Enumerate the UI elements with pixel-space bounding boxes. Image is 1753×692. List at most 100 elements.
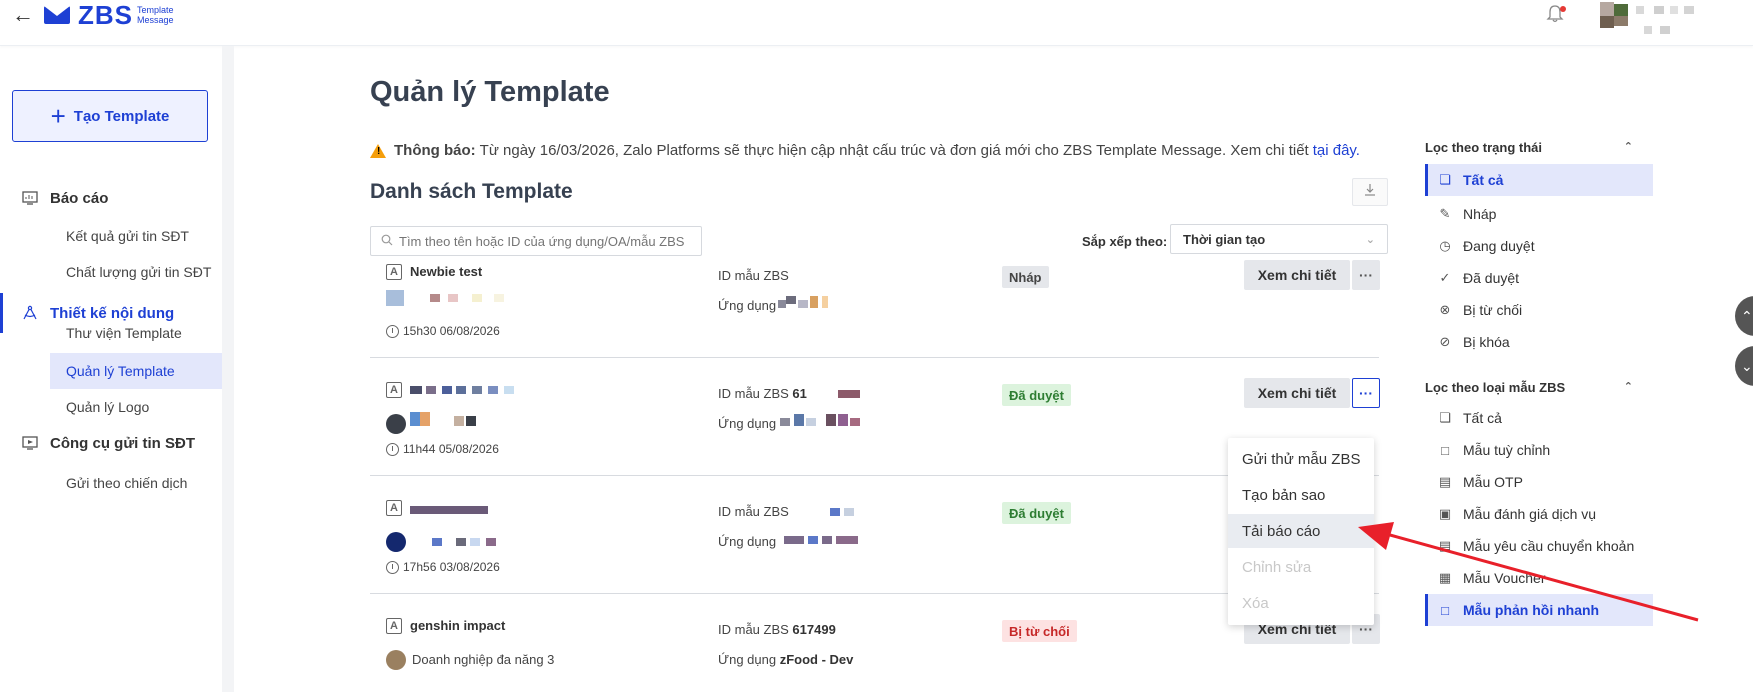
type-filter-header[interactable]: Lọc theo loại mẫu ZBS ⌃	[1425, 380, 1653, 400]
app-label: Ứng dụng	[718, 652, 777, 667]
page-title: Quản lý Template	[370, 76, 610, 108]
id-label: ID mẫu ZBS	[718, 504, 789, 519]
sidebar-section-label: Công cụ gửi tin SĐT	[50, 434, 196, 452]
sidebar-item-label: Quản lý Template	[66, 363, 175, 379]
id-value: 61	[792, 386, 807, 401]
more-options-button[interactable]: ···	[1352, 260, 1380, 290]
notice-text: Từ ngày 16/03/2026, Zalo Platforms sẽ th…	[479, 142, 1309, 159]
filter-label: Bị khóa	[1463, 334, 1510, 350]
create-template-button[interactable]: + Tạo Template	[12, 90, 208, 142]
id-value: 617499	[792, 622, 836, 637]
status-filter-header[interactable]: Lọc theo trạng thái ⌃	[1425, 140, 1653, 160]
top-bar: ← ZBS Template Message	[0, 0, 1753, 46]
warning-icon: !	[370, 143, 386, 158]
filter-type-custom[interactable]: □ Mẫu tuỳ chỉnh	[1425, 434, 1653, 466]
filter-status-draft[interactable]: ✎ Nháp	[1425, 198, 1653, 230]
filter-status-locked[interactable]: ⊘ Bị khóa	[1425, 326, 1653, 358]
x-circle-icon: ⊗	[1439, 302, 1451, 317]
status-badge: Đã duyệt	[1002, 502, 1071, 524]
template-name: genshin impact	[410, 618, 506, 633]
sidebar-item-label: Thư viện Template	[66, 325, 182, 341]
app-label: Ứng dụng	[718, 298, 777, 313]
time-text: 17h56 03/08/2026	[403, 560, 500, 574]
view-detail-button[interactable]: Xem chi tiết	[1244, 378, 1350, 408]
create-template-label: Tạo Template	[73, 107, 170, 125]
menu-item-send-test[interactable]: Gửi thử mẫu ZBS	[1228, 442, 1374, 476]
template-id: ID mẫu ZBS	[718, 268, 789, 283]
id-label: ID mẫu ZBS	[718, 386, 789, 401]
logo-subtitle: Template Message	[137, 5, 174, 25]
logo-text: ZBS	[78, 0, 133, 30]
zbs-logo[interactable]: ZBS Template Message	[44, 2, 181, 28]
status-badge: Bị từ chối	[1002, 620, 1077, 642]
chevron-up-icon: ⌃	[1623, 381, 1633, 393]
template-type-icon: A	[386, 500, 402, 516]
more-options-button[interactable]: ···	[1352, 378, 1380, 408]
sidebar-item-manage-template[interactable]: Quản lý Template	[50, 353, 222, 389]
download-icon	[1363, 183, 1377, 202]
clock-icon	[386, 442, 399, 456]
filter-status-approved[interactable]: ✓ Đã duyệt	[1425, 262, 1653, 294]
screen-play-icon	[20, 433, 40, 453]
template-type-icon: A	[386, 618, 402, 634]
download-button[interactable]	[1352, 178, 1388, 206]
edit-icon: ✎	[1439, 206, 1451, 221]
template-id: ID mẫu ZBS	[718, 504, 789, 519]
app-label: Ứng dụng	[718, 534, 777, 549]
owner-avatar	[386, 414, 406, 434]
sidebar-item-send-results[interactable]: Kết quả gửi tin SĐT	[50, 218, 222, 254]
sidebar-section-label: Báo cáo	[50, 189, 109, 207]
sidebar-section-reports[interactable]: Báo cáo	[0, 178, 222, 218]
menu-item-duplicate[interactable]: Tạo bản sao	[1228, 478, 1374, 512]
notification-dot	[1560, 6, 1566, 12]
layout-gutter	[222, 46, 234, 692]
copy-icon: ❏	[1439, 410, 1451, 425]
list-title: Danh sách Template	[370, 180, 573, 203]
app-name: Ứng dụng	[718, 534, 776, 549]
compass-icon	[20, 303, 40, 323]
plus-icon: +	[50, 101, 66, 131]
view-detail-button[interactable]: Xem chi tiết	[1244, 260, 1350, 290]
template-type-icon: A	[386, 382, 402, 398]
filter-status-pending[interactable]: ◷ Đang duyệt	[1425, 230, 1653, 262]
mail-logo-icon	[44, 6, 70, 24]
sidebar-section-send-tools[interactable]: Công cụ gửi tin SĐT	[0, 423, 222, 463]
sidebar-item-send-quality[interactable]: Chất lượng gửi tin SĐT	[50, 254, 222, 290]
clock-icon	[386, 324, 399, 338]
notice-link[interactable]: tại đây.	[1313, 142, 1360, 159]
red-annotation-arrow	[1358, 522, 1699, 622]
sidebar-item-template-library[interactable]: Thư viện Template	[50, 315, 222, 351]
app-name: Ứng dụng zFood - Dev	[718, 652, 853, 667]
filter-status-rejected[interactable]: ⊗ Bị từ chối	[1425, 294, 1653, 326]
otp-icon: ▤	[1438, 474, 1452, 489]
filter-label: Tất cả	[1463, 410, 1502, 426]
owner-name: Doanh nghiệp đa năng 3	[412, 652, 555, 667]
template-a-icon: □	[1441, 442, 1449, 458]
sidebar-item-manage-logo[interactable]: Quản lý Logo	[50, 389, 222, 425]
app-name: Ứng dụng	[718, 416, 776, 431]
sidebar: + Tạo Template Báo cáo Kết quả gửi tin S…	[0, 60, 222, 692]
sidebar-item-campaign-send[interactable]: Gửi theo chiến dịch	[50, 465, 222, 501]
time-text: 11h44 05/08/2026	[403, 442, 499, 456]
clock-icon	[386, 560, 399, 574]
template-id: ID mẫu ZBS 617499	[718, 622, 836, 637]
filter-title: Lọc theo loại mẫu ZBS	[1425, 380, 1566, 395]
filter-label: Đang duyệt	[1463, 238, 1535, 254]
check-circle-icon: ✓	[1439, 270, 1451, 285]
filter-type-otp[interactable]: ▤ Mẫu OTP	[1425, 466, 1653, 498]
filter-type-all[interactable]: ❏ Tất cả	[1425, 402, 1653, 434]
chevron-down-icon: ⌄	[1741, 357, 1753, 374]
filter-status-all[interactable]: ❏ Tất cả	[1425, 164, 1653, 196]
notice-label: Thông báo:	[394, 142, 476, 159]
back-arrow-icon[interactable]: ←	[12, 2, 34, 28]
filter-label: Tất cả	[1463, 172, 1504, 188]
filter-label: Mẫu tuỳ chỉnh	[1463, 442, 1551, 458]
status-badge: Nháp	[1002, 266, 1049, 288]
user-avatar[interactable]	[1600, 0, 1740, 46]
id-label: ID mẫu ZBS	[718, 622, 789, 637]
id-label: ID mẫu ZBS	[718, 268, 789, 283]
notification-bell-icon[interactable]	[1545, 4, 1567, 26]
app-value: zFood - Dev	[779, 652, 854, 667]
filter-label: Đã duyệt	[1463, 270, 1520, 286]
sidebar-item-label: Quản lý Logo	[66, 399, 150, 415]
